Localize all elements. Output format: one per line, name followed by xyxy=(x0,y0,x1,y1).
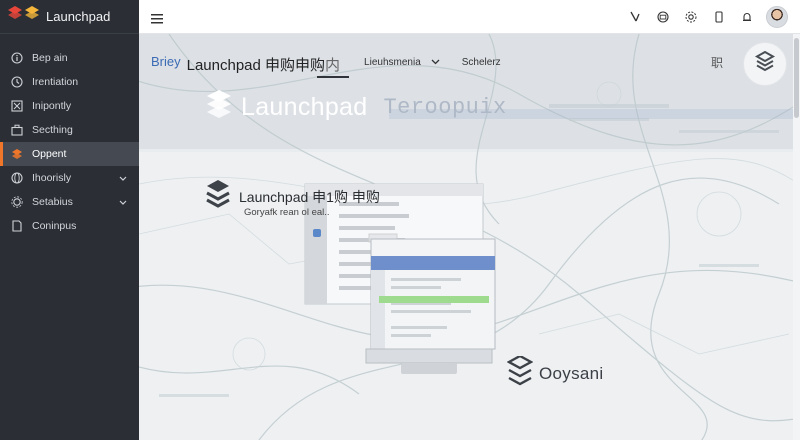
main-content: Briey Launchpad 申购申购内 Lieuhsmenia Schele… xyxy=(139,34,793,440)
card-title: Launchpad 申1购 申购 xyxy=(239,188,380,205)
pen-icon[interactable] xyxy=(628,10,642,24)
chevron-down-icon[interactable] xyxy=(119,173,127,185)
launchpad-logo-button[interactable] xyxy=(743,42,787,86)
sidebar-item-irentiation[interactable]: Irentiation xyxy=(0,70,139,94)
footer-brand: Ooysani xyxy=(506,354,604,391)
launchpad-logo-icon xyxy=(205,180,231,213)
hero-banner: Launchpad Teroopuix xyxy=(205,90,507,125)
tab-bar: Briey Launchpad 申购申购内 Lieuhsmenia Schele… xyxy=(151,54,501,78)
sidebar-item-secthing[interactable]: Secthing xyxy=(0,118,139,142)
topbar xyxy=(139,0,800,34)
chevron-down-icon xyxy=(431,57,440,68)
launchpad-logo-icon xyxy=(754,50,776,78)
footer-brand-name: Ooysani xyxy=(539,363,604,383)
launchpad-icon xyxy=(11,148,23,160)
launchpad-logo-icon xyxy=(506,354,534,391)
avatar[interactable] xyxy=(766,6,788,28)
hamburger-menu-icon[interactable] xyxy=(151,11,163,29)
brand-name: Launchpad xyxy=(46,9,111,24)
tab-brief[interactable]: Briey xyxy=(151,54,181,69)
sidebar-nav: Bep ain Irentiation Inipontly Secthing O… xyxy=(0,46,139,238)
sidebar-item-label: Ihoorisly xyxy=(32,172,72,184)
globe-icon xyxy=(11,172,23,184)
card-subtitle: Goryafk rean ol eal.. xyxy=(244,207,330,218)
briefcase-icon xyxy=(11,124,23,136)
scrollbar-thumb[interactable] xyxy=(794,38,799,118)
grid-label[interactable]: 职 xyxy=(711,54,723,71)
info-icon xyxy=(11,52,23,64)
settings-icon[interactable] xyxy=(684,10,698,24)
sidebar-item-setabius[interactable]: Setabius xyxy=(0,190,139,214)
sidebar-item-label: Coninpus xyxy=(32,220,77,232)
sidebar-item-label: Secthing xyxy=(32,124,73,136)
bell-icon[interactable] xyxy=(740,10,754,24)
topbar-actions xyxy=(614,6,788,28)
active-tab-indicator xyxy=(316,76,349,78)
sidebar-item-label: Setabius xyxy=(32,196,73,208)
sidebar-item-label: Bep ain xyxy=(32,52,68,64)
tab-launchpad[interactable]: Launchpad 申购申购内 xyxy=(187,54,349,78)
vertical-scrollbar[interactable] xyxy=(793,34,800,440)
mail-icon[interactable] xyxy=(656,10,670,24)
gear-icon xyxy=(11,196,23,208)
clock-icon xyxy=(11,76,23,88)
document-icon xyxy=(11,220,23,232)
launchpad-card: Launchpad 申1购 申购 Goryafk rean ol eal.. xyxy=(205,180,380,218)
phone-icon[interactable] xyxy=(712,10,726,24)
tab-menu-dropdown[interactable]: Lieuhsmenia xyxy=(364,57,440,68)
sidebar-item-ihoorisly[interactable]: Ihoorisly xyxy=(0,166,139,190)
tab-schedule[interactable]: Schelerz xyxy=(462,57,501,68)
launchpad-logo-icon xyxy=(7,6,43,27)
brand[interactable]: Launchpad xyxy=(0,0,139,34)
sidebar: Launchpad Bep ain Irentiation Inipontly … xyxy=(0,0,139,440)
sidebar-item-label: Irentiation xyxy=(32,76,79,88)
hero-subtitle: Teroopuix xyxy=(383,95,507,120)
box-icon xyxy=(11,100,23,112)
hero-title: Launchpad xyxy=(241,93,368,121)
sidebar-item-inipontly[interactable]: Inipontly xyxy=(0,94,139,118)
sidebar-item-label: Oppent xyxy=(32,148,67,160)
sidebar-item-oppent[interactable]: Oppent xyxy=(0,142,139,166)
sidebar-item-bep-ain[interactable]: Bep ain xyxy=(0,46,139,70)
sidebar-item-coninpus[interactable]: Coninpus xyxy=(0,214,139,238)
chevron-down-icon[interactable] xyxy=(119,197,127,209)
launchpad-logo-icon xyxy=(205,90,233,125)
sidebar-item-label: Inipontly xyxy=(32,100,72,112)
